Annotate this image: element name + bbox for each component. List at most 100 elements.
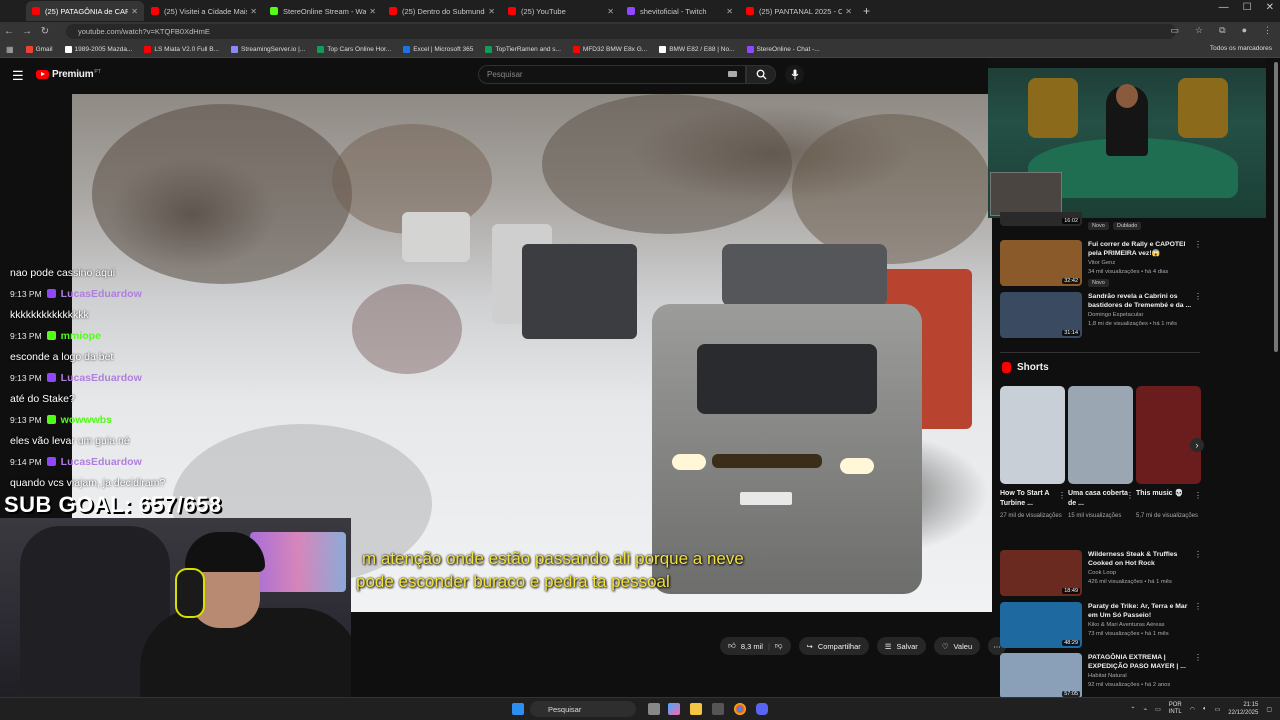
windows-start-icon[interactable] (512, 703, 524, 715)
tab-close-icon[interactable]: ✕ (369, 7, 376, 16)
close-window-icon[interactable]: ✕ (1266, 2, 1274, 13)
video-more-icon[interactable]: ⋮ (1194, 240, 1202, 249)
channel-name[interactable]: Cook Loop (1088, 570, 1116, 576)
extensions-icon[interactable]: ⧉ (1219, 25, 1225, 36)
browser-tab[interactable]: (25) Visitei a Cidade Mais Gon✕ (145, 1, 263, 21)
chrome-icon[interactable] (734, 703, 746, 715)
bookmark-item[interactable]: TopTierRamen and s... (485, 45, 561, 53)
recommended-video[interactable]: 32:42 Fui correr de Rally e CAPOTEI pela … (998, 240, 1202, 288)
video-thumbnail[interactable]: 48:29 (1000, 602, 1082, 648)
bookmark-item[interactable]: StreamingServer.io |... (231, 45, 305, 53)
calculator-icon[interactable] (712, 703, 724, 715)
short-more-icon[interactable]: ⋮ (1194, 491, 1202, 500)
all-bookmarks-button[interactable]: Todos os marcadores (1210, 45, 1272, 52)
recommended-video[interactable]: 57:05 PATAGÔNIA EXTREMA | EXPEDIÇÃO PASO … (998, 653, 1202, 701)
browser-tab[interactable]: StereOnline Stream - Watch Li✕ (264, 1, 382, 21)
tab-close-icon[interactable]: ✕ (726, 7, 733, 16)
volume-icon[interactable]: 🔈︎ (1203, 706, 1207, 713)
folder-tray-icon[interactable]: ▭ (1155, 706, 1161, 713)
save-button[interactable]: ☰ Salvar (876, 637, 926, 655)
profile-icon[interactable]: ● (1242, 25, 1247, 36)
tab-close-icon[interactable]: ✕ (607, 7, 614, 16)
bookmark-star-icon[interactable]: ☆ (1195, 25, 1203, 36)
maximize-icon[interactable]: ☐ (1243, 2, 1252, 13)
youtube-premium-logo[interactable]: Premium PT (36, 69, 101, 80)
browser-tab[interactable]: (25) PATAGÔNIA de CARRO✕ (26, 1, 144, 21)
shorts-next-button[interactable]: › (1190, 438, 1204, 452)
video-title[interactable]: PATAGÔNIA EXTREMA | EXPEDIÇÃO PASO MAYER… (1088, 653, 1192, 671)
like-button[interactable]: 👍︎ 8,3 mil | 👎︎ (720, 637, 791, 655)
input-language[interactable]: POR INTL (1169, 702, 1182, 716)
video-more-icon[interactable]: ⋮ (1194, 292, 1202, 301)
bookmark-item[interactable]: MFD32 BMW E8x G... (572, 45, 647, 53)
recommended-video[interactable]: 18:49 Wilderness Steak & Truffles Cooked … (998, 550, 1202, 598)
bookmark-item[interactable]: Top Cars Online Hor... (317, 45, 391, 53)
menu-dots-icon[interactable]: ⋮ (1263, 25, 1272, 36)
voice-search-button[interactable] (785, 65, 804, 84)
file-explorer-icon[interactable] (690, 703, 702, 715)
channel-name[interactable]: Vitor Genz (1088, 260, 1115, 266)
video-thumbnail[interactable]: 57:05 (1000, 653, 1082, 699)
network-icon[interactable]: ⌁ (1143, 706, 1147, 713)
bookmark-item[interactable]: StereOnline - Chat -... (746, 45, 820, 53)
channel-name[interactable]: Domingo Espetacular (1088, 312, 1143, 318)
video-thumbnail[interactable]: 31:14 (1000, 292, 1082, 338)
short-title[interactable]: This music 💀 (1136, 489, 1200, 499)
sidebar-scrollbar[interactable] (1274, 62, 1278, 352)
clock[interactable]: 21:15 22/12/2025 (1228, 701, 1258, 717)
taskbar-search[interactable]: Pesquisar (530, 701, 636, 717)
video-title[interactable]: Paraty de Trike: Ar, Terra e Mar em Um S… (1088, 602, 1192, 620)
browser-tab[interactable]: (25) PANTANAL 2025 - Chapec✕ (740, 1, 858, 21)
discord-icon[interactable] (756, 703, 768, 715)
video-more-icon[interactable]: ⋮ (1194, 653, 1202, 662)
video-title[interactable]: Fui correr de Rally e CAPOTEI pela PRIME… (1088, 240, 1192, 258)
keyboard-icon[interactable] (728, 71, 737, 77)
new-tab-button[interactable]: + (863, 4, 870, 18)
url-field[interactable]: youtube.com/watch?v=KTQFB0XdHmE (66, 24, 1176, 39)
tab-close-icon[interactable]: ✕ (250, 7, 257, 16)
short-thumbnail[interactable] (1136, 386, 1201, 484)
short-title[interactable]: How To Start A Turbine ... (1000, 489, 1064, 509)
short-more-icon[interactable]: ⋮ (1058, 491, 1066, 500)
notifications-icon[interactable]: ▢ (1266, 706, 1272, 713)
cast-icon[interactable]: ▭ (1171, 25, 1180, 36)
video-more-icon[interactable]: ⋮ (1194, 550, 1202, 559)
search-input[interactable]: Pesquisar (478, 65, 746, 84)
recommended-video[interactable]: 31:14 Sandrão revela a Cabrini os bastido… (998, 292, 1202, 340)
task-view-icon[interactable] (648, 703, 660, 715)
video-title[interactable]: Sandrão revela a Cabrini os bastidores d… (1088, 292, 1192, 310)
minimize-icon[interactable]: — (1219, 2, 1229, 13)
share-button[interactable]: ↪ Compartilhar (798, 637, 869, 655)
search-button[interactable] (746, 65, 776, 84)
channel-name[interactable]: Habitat Natural (1088, 673, 1127, 679)
browser-tab[interactable]: (25) Dentro do Submundo Ileg✕ (383, 1, 501, 21)
apps-grid-icon[interactable]: ▦ (6, 45, 14, 54)
browser-tab[interactable]: (25) YouTube ✕ (502, 1, 620, 21)
channel-name[interactable]: Kiko & Mari Aventuras Aéreas (1088, 622, 1165, 628)
browser-tab[interactable]: shevitoficial - Twitch ✕ (621, 1, 739, 21)
tab-close-icon[interactable]: ✕ (845, 7, 852, 16)
back-icon[interactable]: ← (0, 26, 18, 37)
tab-close-icon[interactable]: ✕ (131, 7, 138, 16)
bookmark-item[interactable]: LS Miata V2.0 Full B... (144, 45, 219, 53)
recommended-video[interactable]: 48:29 Paraty de Trike: Ar, Terra e Mar em… (998, 602, 1202, 650)
short-thumbnail[interactable] (1068, 386, 1133, 484)
battery-icon[interactable]: ▭ (1215, 706, 1221, 713)
tray-chevron-icon[interactable]: ⌃ (1130, 706, 1135, 713)
tab-close-icon[interactable]: ✕ (488, 7, 495, 16)
partial-thumb[interactable]: 16:02 (1000, 212, 1082, 226)
bookmark-item[interactable]: 1989-2005 Mazda... (64, 45, 132, 53)
hamburger-menu-icon[interactable]: ☰ (12, 68, 24, 84)
copilot-icon[interactable] (668, 703, 680, 715)
video-title[interactable]: Wilderness Steak & Truffles Cooked on Ho… (1088, 550, 1192, 568)
bookmark-item[interactable]: BMW E82 / E88 | No... (659, 45, 735, 53)
reload-icon[interactable]: ↻ (36, 26, 54, 37)
bookmark-item[interactable]: Excel | Microsoft 365 (403, 45, 473, 53)
forward-icon[interactable]: → (18, 26, 36, 37)
wifi-icon[interactable]: ◠ (1190, 706, 1195, 713)
video-more-icon[interactable]: ⋮ (1194, 602, 1202, 611)
thanks-button[interactable]: ♡ Valeu (933, 637, 981, 655)
short-title[interactable]: Uma casa coberta de ... (1068, 489, 1132, 509)
thumbs-down-icon[interactable]: 👎︎ (775, 641, 783, 651)
bookmark-item[interactable]: Gmail (25, 45, 53, 53)
